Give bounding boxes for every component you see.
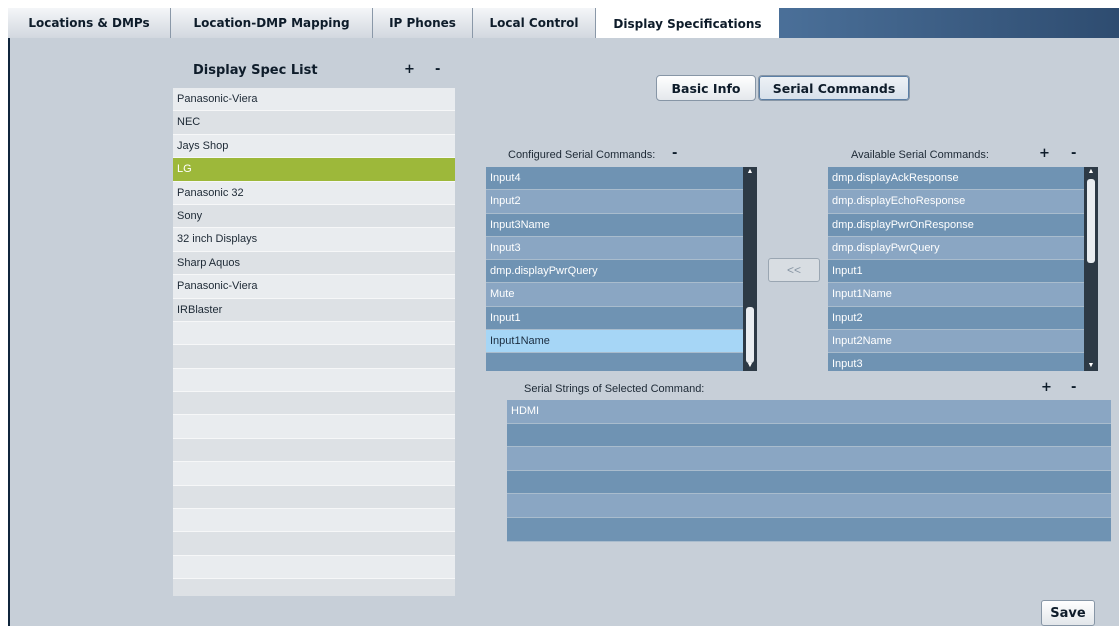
list-item[interactable]: Input2Name [828, 330, 1084, 354]
tab-bar: Locations & DMPs Location-DMP Mapping IP… [8, 8, 1119, 39]
scrollbar-thumb[interactable] [1087, 179, 1095, 263]
list-item[interactable]: dmp.displayPwrOnResponse [828, 213, 1084, 237]
empty-row [507, 494, 1111, 518]
list-item[interactable]: dmp.displayPwrQuery [486, 260, 743, 284]
empty-row [173, 415, 455, 439]
list-item-selected[interactable]: LG [173, 158, 455, 182]
list-item-selected[interactable]: Input1Name [486, 330, 743, 354]
empty-row [173, 462, 455, 486]
list-item[interactable]: Input1 [486, 306, 743, 331]
tab-ip-phones[interactable]: IP Phones [373, 8, 473, 38]
remove-available-command-button[interactable]: - [1071, 146, 1076, 161]
scroll-down-arrow-icon[interactable]: ▼ [743, 361, 757, 371]
empty-row [173, 579, 455, 596]
serial-strings-title: Serial Strings of Selected Command: [524, 383, 705, 395]
available-serial-commands-list[interactable]: dmp.displayAckResponse dmp.displayEchoRe… [828, 167, 1084, 371]
add-to-configured-button[interactable]: << [768, 258, 820, 282]
empty-row [173, 556, 455, 580]
list-item[interactable]: dmp.displayEchoResponse [828, 190, 1084, 214]
list-item[interactable]: Panasonic 32 [173, 182, 455, 205]
list-item[interactable]: Mute [486, 283, 743, 307]
empty-row [173, 532, 455, 556]
display-spec-list-title: Display Spec List [193, 63, 318, 78]
remove-serial-string-button[interactable]: - [1071, 380, 1076, 395]
scrollbar-thumb[interactable] [746, 307, 754, 363]
list-item[interactable]: NEC [173, 111, 455, 135]
remove-display-spec-button[interactable]: - [435, 62, 440, 77]
add-serial-string-button[interactable]: + [1041, 380, 1052, 395]
list-item[interactable]: 32 inch Displays [173, 228, 455, 252]
list-item[interactable]: Jays Shop [173, 135, 455, 159]
list-item[interactable]: Panasonic-Viera [173, 88, 455, 112]
tab-local-control[interactable]: Local Control [473, 8, 596, 38]
tab-locations-dmps[interactable]: Locations & DMPs [8, 8, 171, 38]
scroll-down-arrow-icon[interactable]: ▼ [1084, 361, 1098, 371]
add-display-spec-button[interactable]: + [404, 62, 415, 77]
empty-row [507, 470, 1111, 495]
scroll-up-arrow-icon[interactable]: ▲ [743, 167, 757, 177]
basic-info-button[interactable]: Basic Info [656, 75, 756, 101]
configured-serial-commands-list[interactable]: Input4 Input2 Input3Name Input3 dmp.disp… [486, 167, 743, 371]
available-list-scrollbar[interactable]: ▲ ▼ [1084, 167, 1098, 371]
list-item[interactable]: HDMI [507, 400, 1111, 424]
list-item[interactable]: Input3 [486, 236, 743, 261]
list-item[interactable]: dmp.displayAckResponse [828, 167, 1084, 191]
empty-row [173, 322, 455, 346]
empty-row [486, 353, 743, 371]
display-specifications-panel: Display Spec List + - Panasonic-Viera NE… [8, 38, 1119, 626]
empty-row [173, 509, 455, 533]
list-item[interactable]: Input1Name [828, 283, 1084, 307]
remove-configured-command-button[interactable]: - [672, 146, 677, 161]
empty-row [507, 423, 1111, 448]
display-spec-list[interactable]: Panasonic-Viera NEC Jays Shop LG Panason… [173, 88, 455, 596]
list-item[interactable]: Input2 [828, 306, 1084, 331]
empty-row [507, 517, 1111, 542]
list-item[interactable]: IRBlaster [173, 298, 455, 322]
configured-list-scrollbar[interactable]: ▲ ▼ [743, 167, 757, 371]
list-item[interactable]: Input1 [828, 260, 1084, 284]
list-item[interactable]: dmp.displayPwrQuery [828, 236, 1084, 261]
tab-location-dmp-mapping[interactable]: Location-DMP Mapping [171, 8, 373, 38]
scroll-up-arrow-icon[interactable]: ▲ [1084, 167, 1098, 177]
list-item[interactable]: Input3Name [486, 213, 743, 237]
empty-row [173, 485, 455, 510]
configured-serial-commands-title: Configured Serial Commands: [508, 149, 656, 161]
add-available-command-button[interactable]: + [1039, 146, 1050, 161]
serial-commands-button[interactable]: Serial Commands [758, 75, 910, 101]
list-item[interactable]: Input2 [486, 190, 743, 214]
available-serial-commands-title: Available Serial Commands: [851, 149, 989, 161]
save-button[interactable]: Save [1041, 600, 1095, 626]
list-item[interactable]: Panasonic-Viera [173, 275, 455, 299]
tab-display-specifications[interactable]: Display Specifications [596, 8, 779, 39]
list-item[interactable]: Sony [173, 204, 455, 229]
empty-row [173, 369, 455, 393]
serial-strings-list[interactable]: HDMI [507, 400, 1111, 542]
empty-row [173, 345, 455, 369]
list-item[interactable]: Input3 [828, 353, 1084, 371]
empty-row [507, 447, 1111, 471]
empty-row [173, 438, 455, 463]
list-item[interactable]: Sharp Aquos [173, 251, 455, 276]
empty-row [173, 392, 455, 416]
list-item[interactable]: Input4 [486, 167, 743, 191]
